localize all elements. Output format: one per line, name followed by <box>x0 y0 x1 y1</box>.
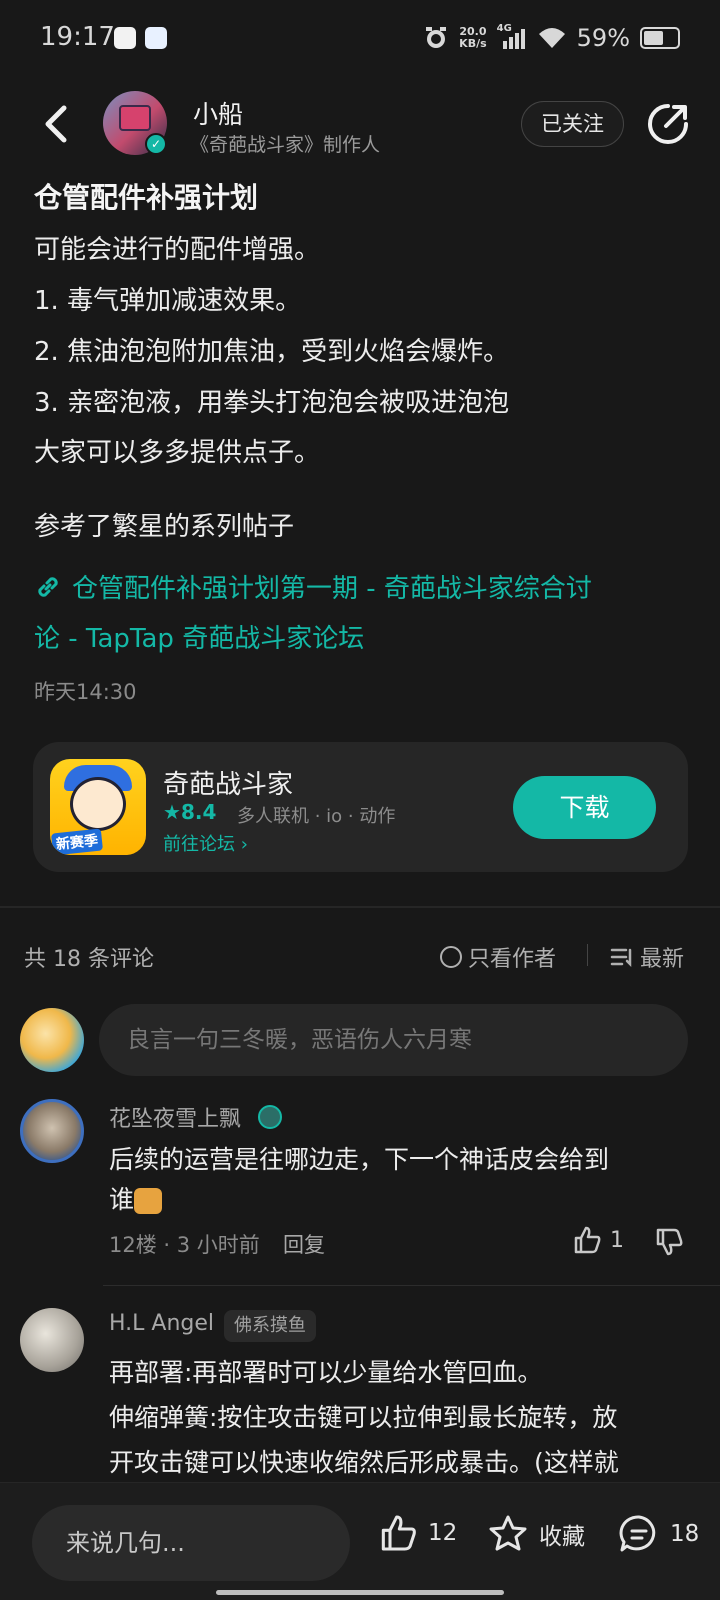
comment-button[interactable]: 18 <box>618 1513 699 1555</box>
comment-text-line: 谁 <box>109 1185 135 1214</box>
post-line: 大家可以多多提供点子。 <box>34 438 321 468</box>
app-notification-icon <box>145 27 167 49</box>
comment-icon <box>619 1515 656 1552</box>
commenter-avatar[interactable] <box>20 1308 84 1372</box>
thumb-up-icon <box>574 1226 601 1254</box>
post-time: 昨天14:30 <box>34 680 137 704</box>
commenter-name[interactable]: 花坠夜雪上飘 <box>109 1101 241 1133</box>
follow-button[interactable]: 已关注 <box>521 101 624 147</box>
bottom-bar: 来说几句... 12 收藏 18 <box>0 1482 720 1600</box>
thumb-up-icon <box>381 1515 416 1551</box>
post-title: 仓管配件补强计划 <box>34 181 259 214</box>
emoji-icon <box>134 1188 163 1214</box>
qq-notification-icon <box>114 27 136 49</box>
status-right: 20.0 KB/s 4G 59% <box>423 22 680 54</box>
post-line: 1. 毒气弹加减速效果。 <box>34 286 302 316</box>
star-icon: ★ <box>163 800 181 824</box>
download-button[interactable]: 下载 <box>513 776 656 839</box>
sort-toggle[interactable]: 最新 <box>610 941 684 973</box>
alarm-icon <box>426 27 447 48</box>
app-icon[interactable]: 新赛季 <box>50 759 146 855</box>
comment-text-line: 再部署:再部署时可以少量给水管回血。 <box>109 1358 543 1387</box>
status-bar: 19:17 20.0 KB/s 4G 59% <box>0 0 720 78</box>
bottom-comment-input[interactable]: 来说几句... <box>32 1505 350 1581</box>
post-link-text-1[interactable]: 仓管配件补强计划第一期 - 奇葩战斗家综合讨 <box>72 568 592 605</box>
comment-text-line-2: 谁 <box>109 1180 689 1220</box>
cell-signal-icon: 4G <box>497 23 527 51</box>
comment-text: 再部署:再部署时可以少量给水管回血。 伸缩弹簧:按住攻击键可以拉伸到最长旋转，放… <box>109 1350 689 1485</box>
comment-text-line: 后续的运营是往哪边走，下一个神话皮会给到 <box>109 1145 610 1174</box>
author-role: 《奇葩战斗家》制作人 <box>190 134 381 156</box>
post-link[interactable]: 仓管配件补强计划第一期 - 奇葩战斗家综合讨 <box>34 568 592 605</box>
radio-circle-icon <box>440 946 462 968</box>
my-avatar <box>20 1008 84 1072</box>
home-indicator[interactable] <box>216 1590 504 1595</box>
battery-percent: 59% <box>576 24 630 52</box>
comment-meta: 12楼 · 3 小时前 <box>109 1233 260 1257</box>
link-icon <box>38 576 58 597</box>
author-name[interactable]: 小船 <box>193 95 243 131</box>
commenter-name[interactable]: H.L Angel <box>109 1311 214 1336</box>
comment-text: 后续的运营是往哪边走，下一个神话皮会给到 谁 <box>109 1140 689 1220</box>
thumb-down-icon[interactable] <box>654 1227 684 1257</box>
section-divider <box>0 906 720 908</box>
comment-text-line: 开攻击键可以快速收缩然后形成暴击。(这样就 <box>109 1448 619 1477</box>
net-speed: 20.0 KB/s <box>459 26 486 50</box>
wifi-icon <box>538 28 565 48</box>
like-count: 12 <box>428 1520 458 1546</box>
favorite-button[interactable]: 收藏 <box>487 1513 585 1555</box>
verified-icon: ✓ <box>145 133 167 155</box>
app-name[interactable]: 奇葩战斗家 <box>163 764 293 801</box>
user-badge-icon <box>258 1105 282 1129</box>
app-card[interactable]: 新赛季 奇葩战斗家 ★8.4 多人联机 · io · 动作 前往论坛 › 下载 <box>33 742 688 872</box>
app-tags: 多人联机 · io · 动作 <box>237 806 396 827</box>
post-line: 参考了繁星的系列帖子 <box>34 512 295 542</box>
app-icon-badge: 新赛季 <box>50 828 104 855</box>
battery-icon <box>640 27 680 49</box>
post-line: 3. 亲密泡液，用拳头打泡泡会被吸进泡泡 <box>34 388 510 418</box>
comment-like-count: 1 <box>610 1227 624 1253</box>
comment-input[interactable]: 良言一句三冬暖，恶语伤人六月寒 <box>99 1004 688 1076</box>
post-line: 2. 焦油泡泡附加焦油，受到火焰会爆炸。 <box>34 337 510 367</box>
back-arrow-icon[interactable] <box>36 100 76 148</box>
sort-icon <box>610 948 632 968</box>
comment-like-button[interactable]: 1 <box>572 1225 624 1255</box>
forum-link[interactable]: 前往论坛 › <box>163 830 248 856</box>
user-tag: 佛系摸鱼 <box>224 1310 316 1342</box>
only-author-label[interactable]: 只看作者 <box>468 941 556 973</box>
favorite-star-icon <box>489 1515 527 1551</box>
favorite-label: 收藏 <box>539 1524 585 1550</box>
comment-text-line: 伸缩弹簧:按住攻击键可以拉伸到最长旋转，放 <box>109 1403 618 1432</box>
post-link-text-2[interactable]: 论 - TapTap 奇葩战斗家论坛 <box>34 618 364 655</box>
chevron-right-icon: › <box>240 834 248 855</box>
status-time: 19:17 <box>40 22 115 52</box>
comment-divider <box>103 1285 720 1286</box>
comment-count-bottom: 18 <box>670 1521 700 1547</box>
app-rating: ★8.4 <box>163 800 216 824</box>
like-button[interactable]: 12 <box>378 1513 457 1553</box>
net-speed-unit: KB/s <box>459 37 487 50</box>
post-line: 可能会进行的配件增强。 <box>34 235 321 265</box>
commenter-avatar[interactable] <box>20 1099 84 1163</box>
reply-button[interactable]: 回复 <box>283 1229 325 1259</box>
share-icon[interactable] <box>646 102 690 146</box>
only-author-toggle[interactable]: 只看作者 <box>440 941 556 973</box>
comment-count: 共 18 条评论 <box>24 947 154 972</box>
app-rating-value: 8.4 <box>180 800 217 824</box>
header-separator <box>587 944 588 966</box>
sort-label[interactable]: 最新 <box>640 941 684 973</box>
forum-link-label[interactable]: 前往论坛 <box>163 834 235 855</box>
